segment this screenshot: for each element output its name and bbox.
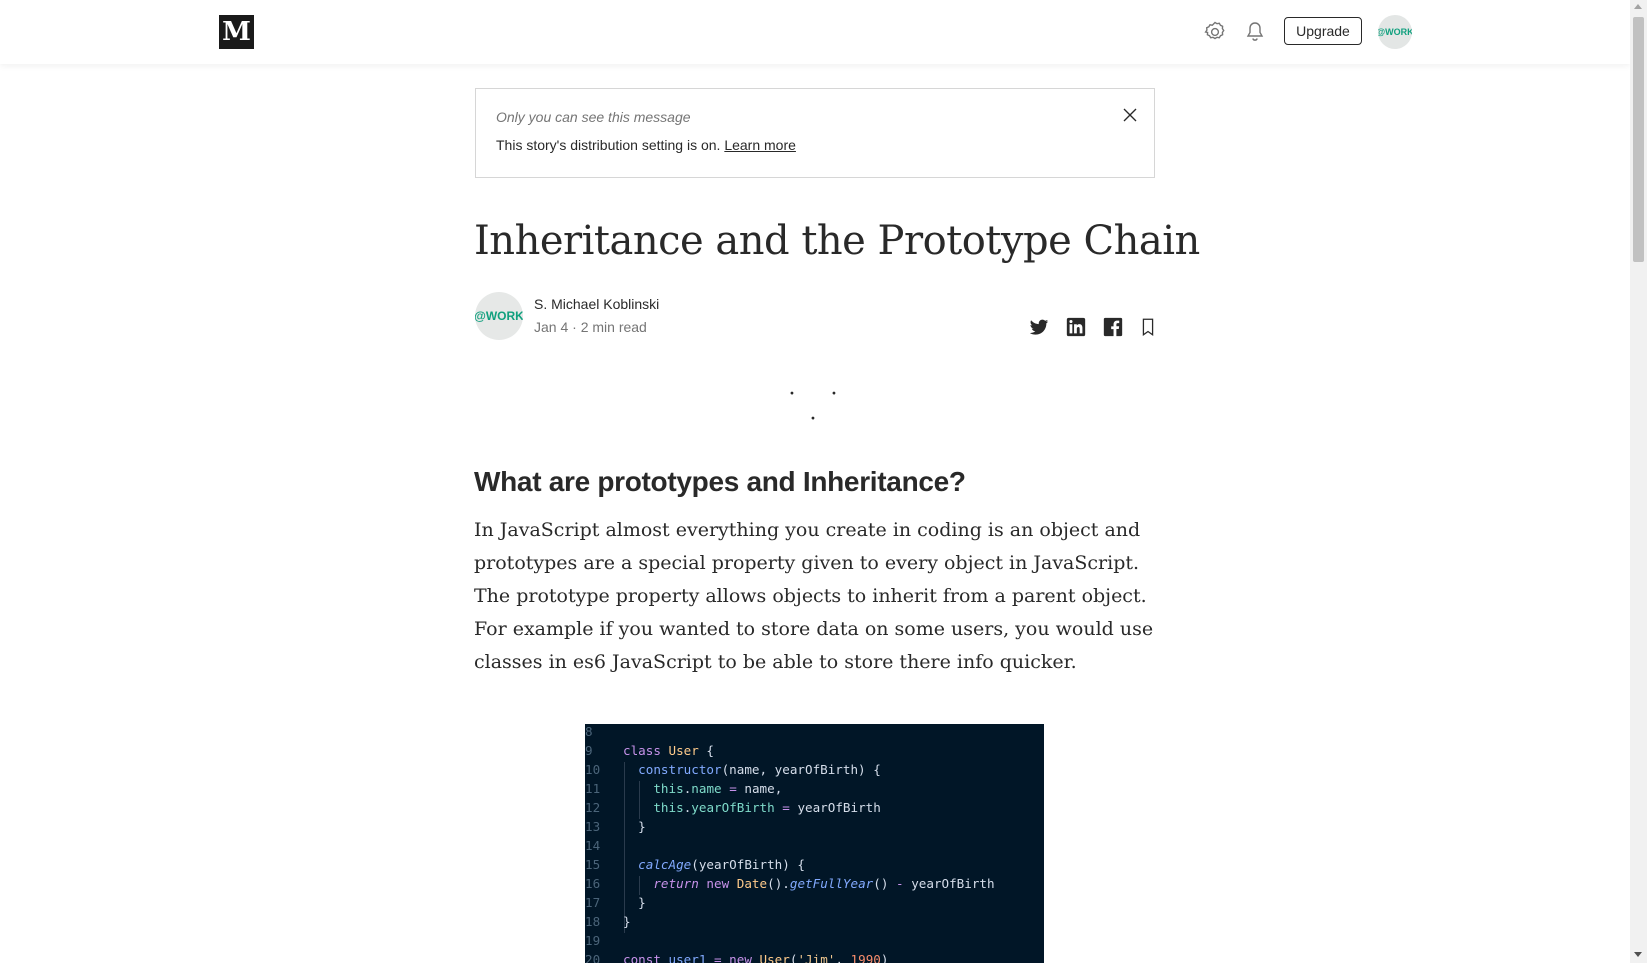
linkedin-icon[interactable] (1065, 316, 1087, 338)
scrollbar[interactable] (1630, 0, 1647, 963)
code-token: } (623, 914, 631, 929)
code-token: (). (767, 876, 790, 891)
notice-message: This story's distribution setting is on.… (496, 137, 796, 153)
line-number: 17 (585, 895, 601, 910)
code-token: yearOfBirth (903, 876, 995, 891)
code-token: ) (880, 952, 889, 963)
article-title: Inheritance and the Prototype Chain (474, 218, 1200, 264)
code-line-16: 16 return new Date().getFullYear() - yea… (585, 874, 995, 893)
code-line-12: 12 this.yearOfBirth = yearOfBirth (585, 798, 881, 817)
code-token: - (896, 876, 904, 891)
line-number: 12 (585, 800, 601, 815)
learn-more-link[interactable]: Learn more (724, 137, 796, 153)
code-token: user1 (668, 952, 707, 963)
code-token: new (729, 952, 760, 963)
medium-logo[interactable]: M (219, 15, 254, 49)
scroll-up-arrow-icon[interactable] (1634, 4, 1642, 9)
author-meta: Jan 4 · 2 min read (534, 319, 647, 335)
code-token: class (623, 743, 669, 758)
code-line-13: 13 } (585, 817, 646, 836)
notice-private-label: Only you can see this message (496, 109, 691, 125)
author-name[interactable]: S. Michael Koblinski (534, 296, 659, 312)
code-token: return (653, 876, 699, 891)
section-separator: · · · (788, 382, 852, 432)
article-paragraph: In JavaScript almost everything you crea… (474, 519, 1154, 673)
line-number: 18 (585, 914, 601, 929)
code-token: User (759, 952, 790, 963)
line-number: 10 (585, 762, 601, 777)
section-heading: What are prototypes and Inheritance? (474, 466, 966, 497)
code-token: constructor (638, 762, 722, 777)
code-line-18: 18} (585, 912, 631, 931)
code-token: = (774, 800, 798, 815)
code-line-10: 10 constructor(name, yearOfBirth) { (585, 760, 881, 779)
code-token: this (653, 800, 684, 815)
line-number: 9 (585, 743, 593, 758)
code-line-20: 20 const user1 = new User('Jim', 1990) (585, 950, 888, 963)
code-line-19: 19 (585, 931, 623, 950)
line-number: 15 (585, 857, 601, 872)
twitter-icon[interactable] (1028, 316, 1050, 338)
code-line-14: 14 (585, 836, 623, 855)
code-token: = (721, 781, 745, 796)
line-number: 20 (585, 952, 601, 963)
code-token: = (706, 952, 730, 963)
line-number: 19 (585, 933, 601, 948)
code-token: () (873, 876, 897, 891)
code-token: } (638, 895, 646, 910)
code-token: yearOfBirth (797, 800, 881, 815)
code-line-8: 8 (585, 724, 623, 741)
code-token: User (668, 743, 699, 758)
bell-icon[interactable] (1243, 20, 1267, 44)
line-number: 16 (585, 876, 601, 891)
code-token: Date (736, 876, 768, 891)
code-token: new (698, 876, 737, 891)
code-token: { (698, 743, 715, 758)
code-token: this (653, 781, 684, 796)
code-line-17: 17 } (585, 893, 646, 912)
line-number: 11 (585, 781, 601, 796)
line-number: 8 (585, 724, 593, 739)
code-token: (name, yearOfBirth) { (721, 762, 881, 777)
code-line-11: 11 this.name = name, (585, 779, 782, 798)
code-token: } (638, 819, 646, 834)
code-token: name (691, 781, 722, 796)
author-avatar[interactable]: @WORK (475, 292, 523, 340)
code-line-9: 9 class User { (585, 741, 714, 760)
scroll-thumb[interactable] (1633, 17, 1644, 262)
scroll-down-arrow-icon[interactable] (1634, 952, 1642, 957)
author-avatar-text: @WORK (475, 309, 523, 323)
upgrade-button[interactable]: Upgrade (1284, 17, 1362, 45)
notice-message-text: This story's distribution setting is on. (496, 137, 721, 153)
line-number: 14 (585, 838, 601, 853)
facebook-icon[interactable] (1102, 316, 1124, 338)
line-number: 13 (585, 819, 601, 834)
code-token: (yearOfBirth) { (691, 857, 805, 872)
code-token: 'Jim' (797, 952, 836, 963)
code-token: name, (744, 781, 783, 796)
avatar[interactable]: @WORK (1378, 15, 1412, 49)
code-token: const (623, 952, 669, 963)
close-icon[interactable] (1121, 106, 1139, 124)
bookmark-icon[interactable] (1137, 316, 1159, 338)
distribution-notice: Only you can see this message This story… (475, 88, 1155, 178)
code-token: yearOfBirth (691, 800, 775, 815)
code-token: getFullYear (789, 876, 874, 891)
code-token: calcAge (638, 857, 692, 872)
code-line-15: 15 calcAge(yearOfBirth) { (585, 855, 805, 874)
avatar-text: @WORK (1378, 27, 1412, 37)
code-token: 1990 (850, 952, 881, 963)
gear-icon[interactable] (1203, 20, 1227, 44)
code-screenshot: 8 9 class User { 10 constructor(name, yea… (585, 724, 1044, 963)
code-token: , (835, 952, 851, 963)
top-navigation-bar: M Upgrade @WORK (0, 0, 1630, 64)
